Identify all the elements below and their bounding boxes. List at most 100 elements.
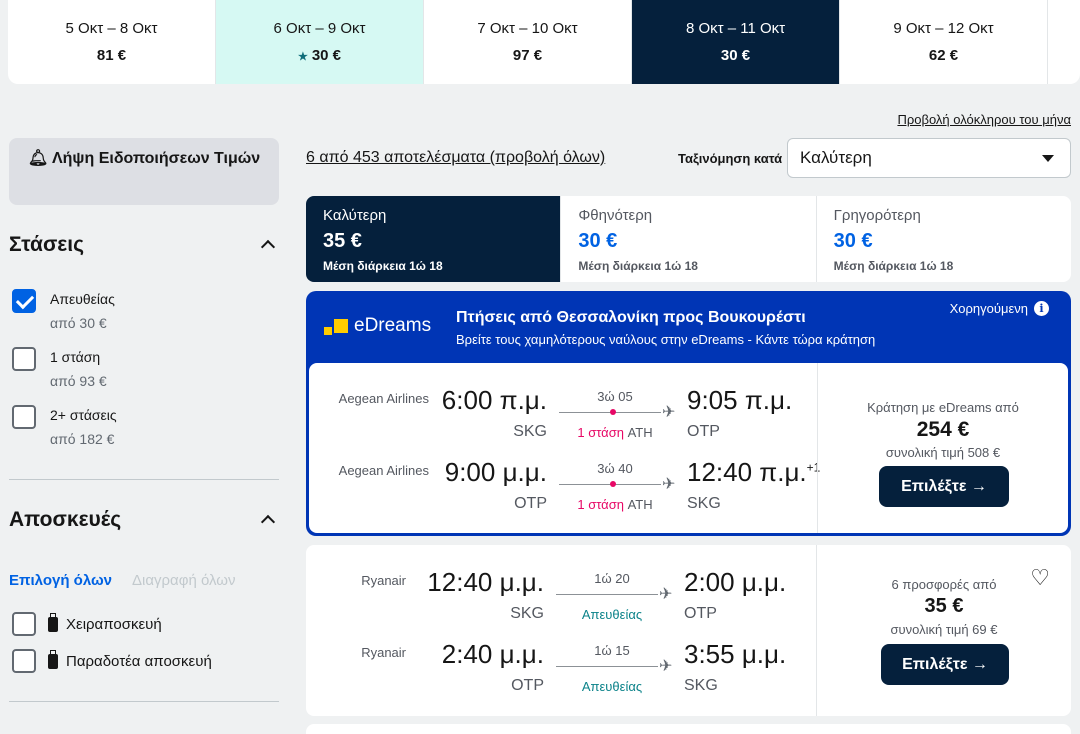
sponsored-title: Πτήσεις από Θεσσαλονίκη προς Βουκουρέστι — [456, 309, 806, 326]
logo-square-small — [324, 327, 332, 335]
stop-option-2plus[interactable]: 2+ στάσεις από 182 € — [12, 405, 117, 447]
date-tab[interactable]: 5 Οκτ – 8 Οκτ 81 € — [8, 0, 216, 84]
sort-tabs: Καλύτερη 35 € Μέση διάρκεια 1ώ 18 Φθηνότ… — [306, 196, 1071, 282]
arrival-airport: OTP — [687, 423, 720, 440]
flight-duration: 3ώ 40 — [597, 461, 633, 476]
arrival-airport: OTP — [684, 605, 717, 622]
stop-option-1-stop[interactable]: 1 στάση από 93 € — [12, 347, 107, 389]
stop-dot — [610, 481, 616, 487]
select-button[interactable]: Επιλέξτε → — [881, 644, 1009, 685]
stops-title: Στάσεις — [9, 233, 85, 256]
sponsored-label: Χορηγούμενη — [949, 301, 1028, 316]
arrival-time: 2:00 μ.μ. — [684, 567, 787, 597]
route-line — [556, 666, 658, 667]
arrival-time: 3:55 μ.μ. — [684, 639, 787, 669]
sort-value: Καλύτερη — [800, 148, 872, 167]
arrival-time-text: 12:40 π.μ. — [687, 457, 807, 487]
date-tab-partial[interactable] — [1048, 0, 1078, 84]
sort-tab-price: 35 € — [323, 230, 362, 252]
price: 35 € — [924, 595, 964, 617]
sort-select[interactable]: Καλύτερη — [787, 138, 1071, 178]
date-tab-price: 97 € — [512, 47, 543, 64]
bell-icon: 🔔︎ — [27, 150, 49, 167]
sort-tab-title: Φθηνότερη — [578, 207, 653, 224]
checkbox[interactable] — [12, 405, 36, 429]
stop-option-label: 2+ στάσεις — [50, 407, 117, 423]
bag-option-label: Παραδοτέα αποσκευή — [66, 652, 212, 670]
bags-title: Αποσκευές — [9, 508, 122, 531]
sort-tab-fastest[interactable]: Γρηγορότερη 30 € Μέση διάρκεια 1ώ 18 — [817, 196, 1071, 282]
departure-time: 9:00 μ.μ. — [444, 457, 547, 487]
results-count-link[interactable]: 6 από 453 αποτελέσματα (προβολή όλων) — [306, 149, 605, 167]
date-tab[interactable]: 7 Οκτ – 10 Οκτ 97 € — [424, 0, 632, 84]
sort-tab-duration: Μέση διάρκεια 1ώ 18 — [833, 259, 954, 273]
date-tab-selected[interactable]: 8 Οκτ – 11 Οκτ 30 € — [632, 0, 840, 84]
carry-on-bag-icon — [48, 612, 58, 632]
offers-label: 6 προσφορές από — [891, 577, 997, 592]
caret-down-icon — [1042, 155, 1054, 162]
total-price: συνολική τιμή 508 € — [885, 445, 1001, 460]
date-tab-cheapest[interactable]: 6 Οκτ – 9 Οκτ ★ 30 € — [216, 0, 424, 84]
view-month-link[interactable]: Προβολή ολόκληρου του μήνα — [897, 112, 1071, 127]
bag-option-carry-on[interactable]: Χειραποσκευή — [12, 612, 162, 636]
price: 254 € — [916, 418, 970, 441]
divider — [9, 701, 279, 702]
sort-tab-cheapest[interactable]: Φθηνότερη 30 € Μέση διάρκεια 1ώ 18 — [561, 196, 817, 282]
departure-time: 2:40 μ.μ. — [441, 639, 544, 669]
next-result-card[interactable] — [306, 724, 1071, 734]
plane-icon: ✈︎ — [659, 586, 673, 603]
stops-info: Απευθείας — [581, 679, 643, 694]
date-tab-price: 30 € — [720, 47, 751, 64]
departure-airport: OTP — [514, 495, 547, 512]
departure-airport: SKG — [510, 605, 544, 622]
stop-option-label: 1 στάση — [50, 349, 101, 365]
arrival-airport: SKG — [687, 495, 721, 512]
flight-leg-outbound: Aegean Airlines 6:00 π.μ. SKG 3ώ 05 ✈︎ 1… — [309, 385, 814, 447]
flight-leg-outbound: Ryanair 12:40 μ.μ. SKG 1ώ 20 ✈︎ Απευθεία… — [306, 567, 811, 629]
date-tab-price: 62 € — [928, 47, 959, 64]
price-alert-button[interactable]: 🔔︎ Λήψη Ειδοποιήσεων Τιμών — [9, 138, 279, 205]
departure-time: 6:00 π.μ. — [441, 385, 547, 415]
date-tab[interactable]: 9 Οκτ – 12 Οκτ 62 € — [840, 0, 1048, 84]
stops-count: 1 στάση — [577, 497, 624, 512]
sponsored-subtitle: Βρείτε τους χαμηλότερους ναύλους στην eD… — [456, 332, 876, 347]
sponsored-card[interactable]: eDreams Πτήσεις από Θεσσαλονίκη προς Βου… — [306, 291, 1071, 536]
chevron-up-icon[interactable] — [260, 514, 276, 530]
checkbox[interactable] — [12, 347, 36, 371]
divider — [9, 479, 279, 480]
sort-tab-title: Γρηγορότερη — [833, 207, 921, 224]
airline-name: Aegean Airlines — [338, 391, 429, 406]
flight-result-card[interactable]: Ryanair 12:40 μ.μ. SKG 1ώ 20 ✈︎ Απευθεία… — [306, 545, 1071, 716]
airline-name: Ryanair — [361, 645, 406, 660]
airline-name: Ryanair — [361, 573, 406, 588]
flight-leg-return: Ryanair 2:40 μ.μ. OTP 1ώ 15 ✈︎ Απευθείας… — [306, 639, 811, 701]
bag-option-label: Χειραποσκευή — [66, 615, 162, 633]
select-button[interactable]: Επιλέξτε → — [879, 466, 1009, 507]
total-price: συνολική τιμή 69 € — [890, 622, 998, 637]
clear-all-link[interactable]: Διαγραφή όλων — [132, 572, 236, 589]
stops-section-header[interactable]: Στάσεις — [9, 233, 279, 257]
plane-icon: ✈︎ — [662, 476, 676, 493]
date-tab-label: 6 Οκτ – 9 Οκτ — [273, 20, 366, 37]
stop-option-label: Απευθείας — [50, 291, 115, 307]
checkbox[interactable] — [12, 612, 36, 636]
price-column: Κράτηση με eDreams από 254 € συνολική τι… — [817, 363, 1068, 533]
sort-tab-price: 30 € — [833, 230, 873, 252]
select-all-link[interactable]: Επιλογή όλων — [9, 572, 112, 589]
stops-count: 1 στάση — [577, 425, 624, 440]
stop-option-price: από 93 € — [50, 373, 107, 389]
flight-duration: 3ώ 05 — [597, 389, 633, 404]
sort-tab-best[interactable]: Καλύτερη 35 € Μέση διάρκεια 1ώ 18 — [306, 196, 562, 282]
checkbox-checked[interactable] — [12, 289, 36, 313]
chevron-up-icon[interactable] — [260, 239, 276, 255]
stop-option-direct[interactable]: Απευθείας από 30 € — [12, 289, 115, 331]
sort-tab-duration: Μέση διάρκεια 1ώ 18 — [323, 259, 443, 273]
date-tab-price-row: ★ 30 € — [298, 47, 341, 64]
checkbox[interactable] — [12, 649, 36, 673]
plane-icon: ✈︎ — [662, 404, 676, 421]
date-tab-label: 8 Οκτ – 11 Οκτ — [685, 20, 786, 37]
stop-dot — [610, 409, 616, 415]
bags-section-header[interactable]: Αποσκευές — [9, 508, 279, 532]
info-icon[interactable]: i — [1034, 301, 1049, 316]
bag-option-checked-bag[interactable]: Παραδοτέα αποσκευή — [12, 649, 212, 673]
